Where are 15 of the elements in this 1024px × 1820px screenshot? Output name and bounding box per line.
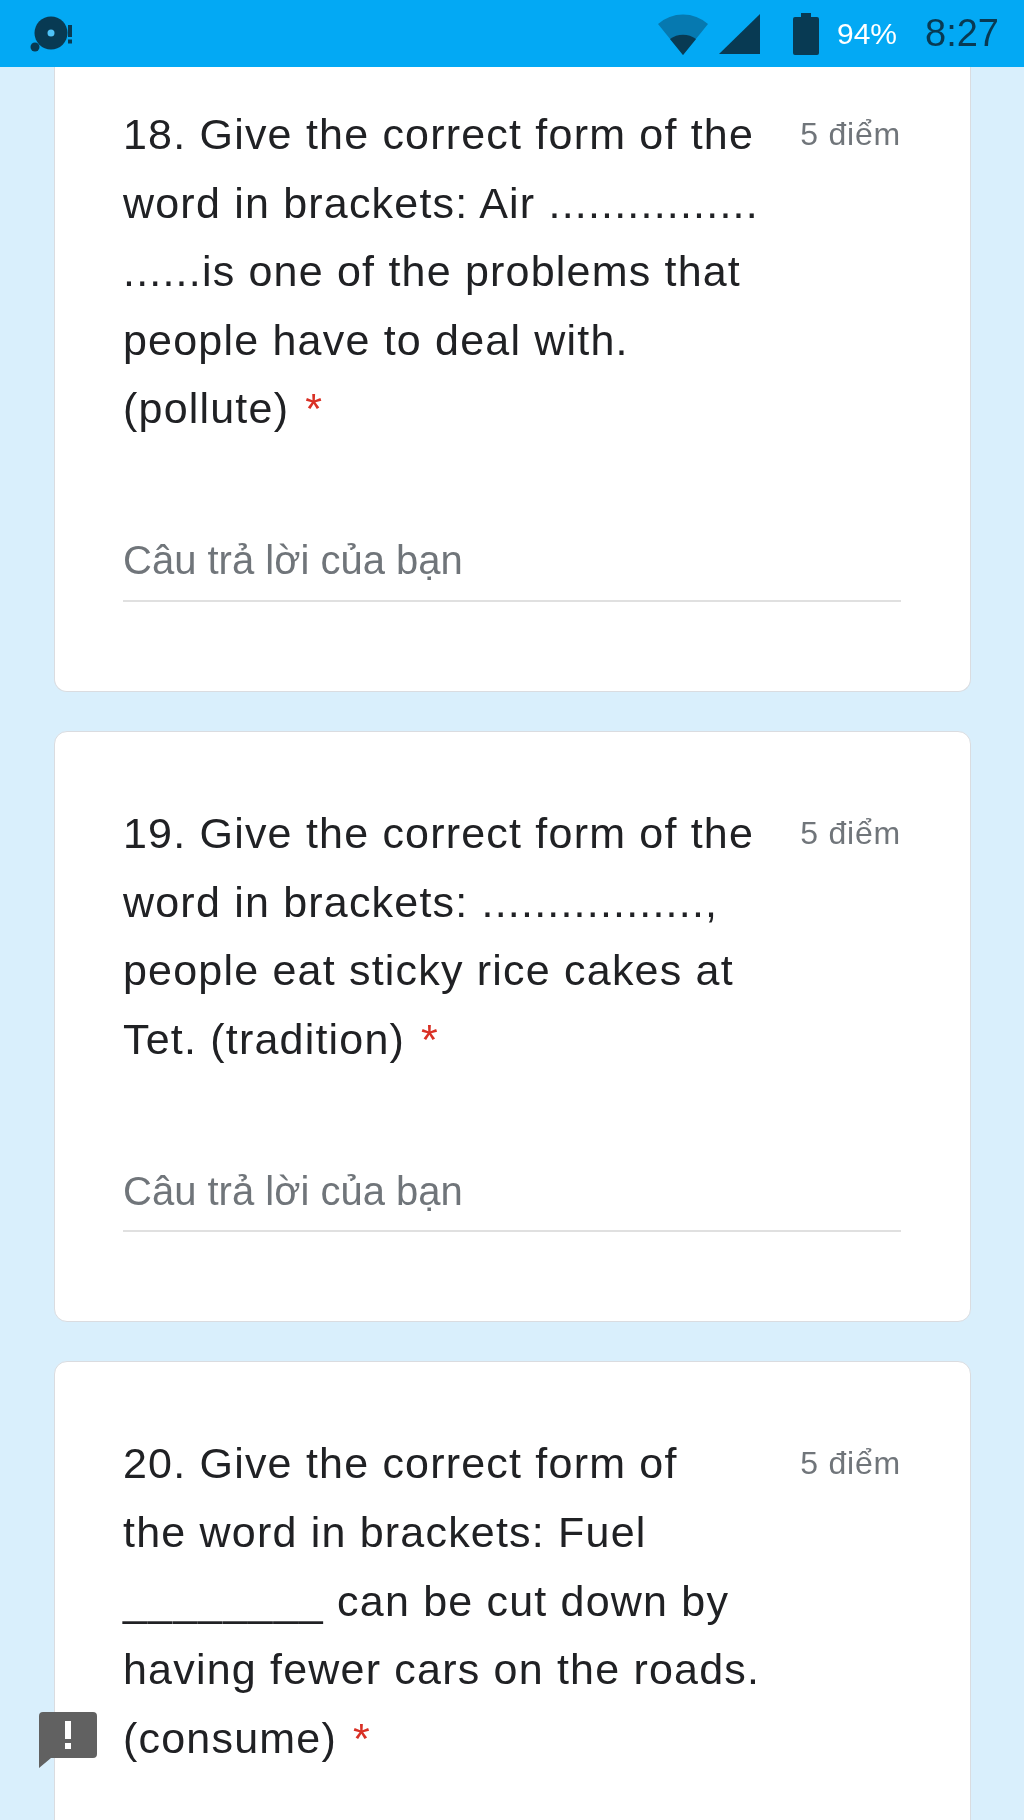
- clock-time: 8:27: [925, 12, 999, 55]
- disc-alert-icon: [30, 15, 73, 52]
- question-text: 18. Give the correct form of the word in brackets: Air ................ ......is one of the problems that people have to deal with. (pollute) *: [123, 109, 759, 435]
- battery-icon: [793, 12, 819, 55]
- question-text: 19. Give the correct form of the word in brackets: ................., people eat sticky rice cakes at Tet. (tradition) *: [123, 807, 755, 1065]
- wifi-icon: [658, 12, 708, 55]
- answer-field[interactable]: Câu trả lời của bạn: [123, 525, 901, 602]
- battery-percent: 94%: [837, 16, 898, 51]
- answer-field[interactable]: Câu trả lời của bạn: [123, 1156, 901, 1233]
- points-label: 5 điểm: [800, 115, 901, 154]
- cell-signal-icon: [719, 13, 760, 54]
- points-label: 5 điểm: [800, 813, 901, 853]
- alert-bubble-icon[interactable]: [39, 1712, 97, 1768]
- question-text: 20. Give the correct form of the word in brackets: Fuel ________ can be cut down by having fewer cars on the roads. (consume) *: [123, 1438, 761, 1764]
- points-label: 5 điểm: [800, 1444, 901, 1484]
